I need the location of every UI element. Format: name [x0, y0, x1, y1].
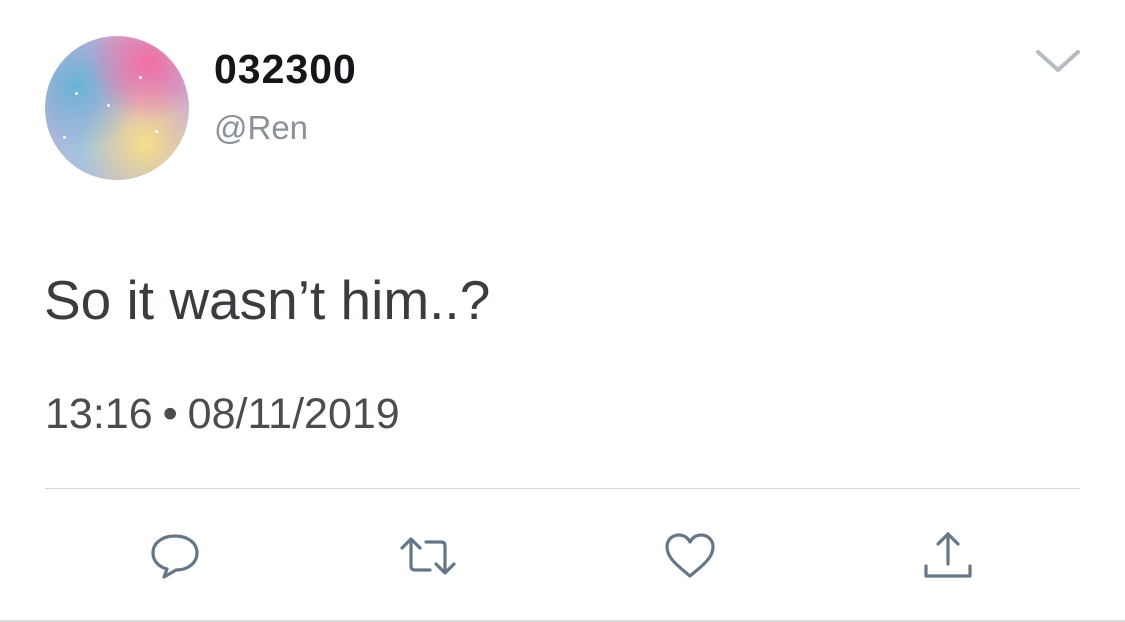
user-handle[interactable]: @Ren	[214, 109, 308, 147]
share-button[interactable]	[918, 526, 978, 586]
timestamp-separator: •	[162, 390, 178, 438]
share-icon	[924, 532, 972, 578]
tweet-date: 08/11/2019	[187, 390, 400, 438]
avatar-sparkle	[139, 76, 142, 79]
avatar[interactable]	[45, 36, 189, 180]
retweet-button[interactable]	[398, 526, 458, 586]
retweet-icon	[400, 537, 456, 575]
avatar-sparkle	[75, 92, 78, 95]
avatar-sparkle	[107, 104, 110, 107]
tweet-timestamp[interactable]: 13:16 • 08/11/2019	[45, 390, 400, 439]
tweet-time: 13:16	[45, 390, 153, 438]
tweet-text: So it wasn’t him..?	[44, 269, 491, 331]
reply-icon	[151, 534, 199, 579]
avatar-sparkle	[63, 136, 66, 139]
tweet-card: 032300 @Ren So it wasn’t him..? 13:16 • 08…	[0, 0, 1125, 622]
chevron-down-icon[interactable]	[1034, 46, 1082, 76]
display-name[interactable]: 032300	[214, 46, 357, 93]
avatar-sparkle	[155, 130, 158, 133]
heart-icon	[665, 533, 715, 578]
divider	[45, 488, 1080, 489]
reply-button[interactable]	[145, 526, 205, 586]
like-button[interactable]	[660, 526, 720, 586]
